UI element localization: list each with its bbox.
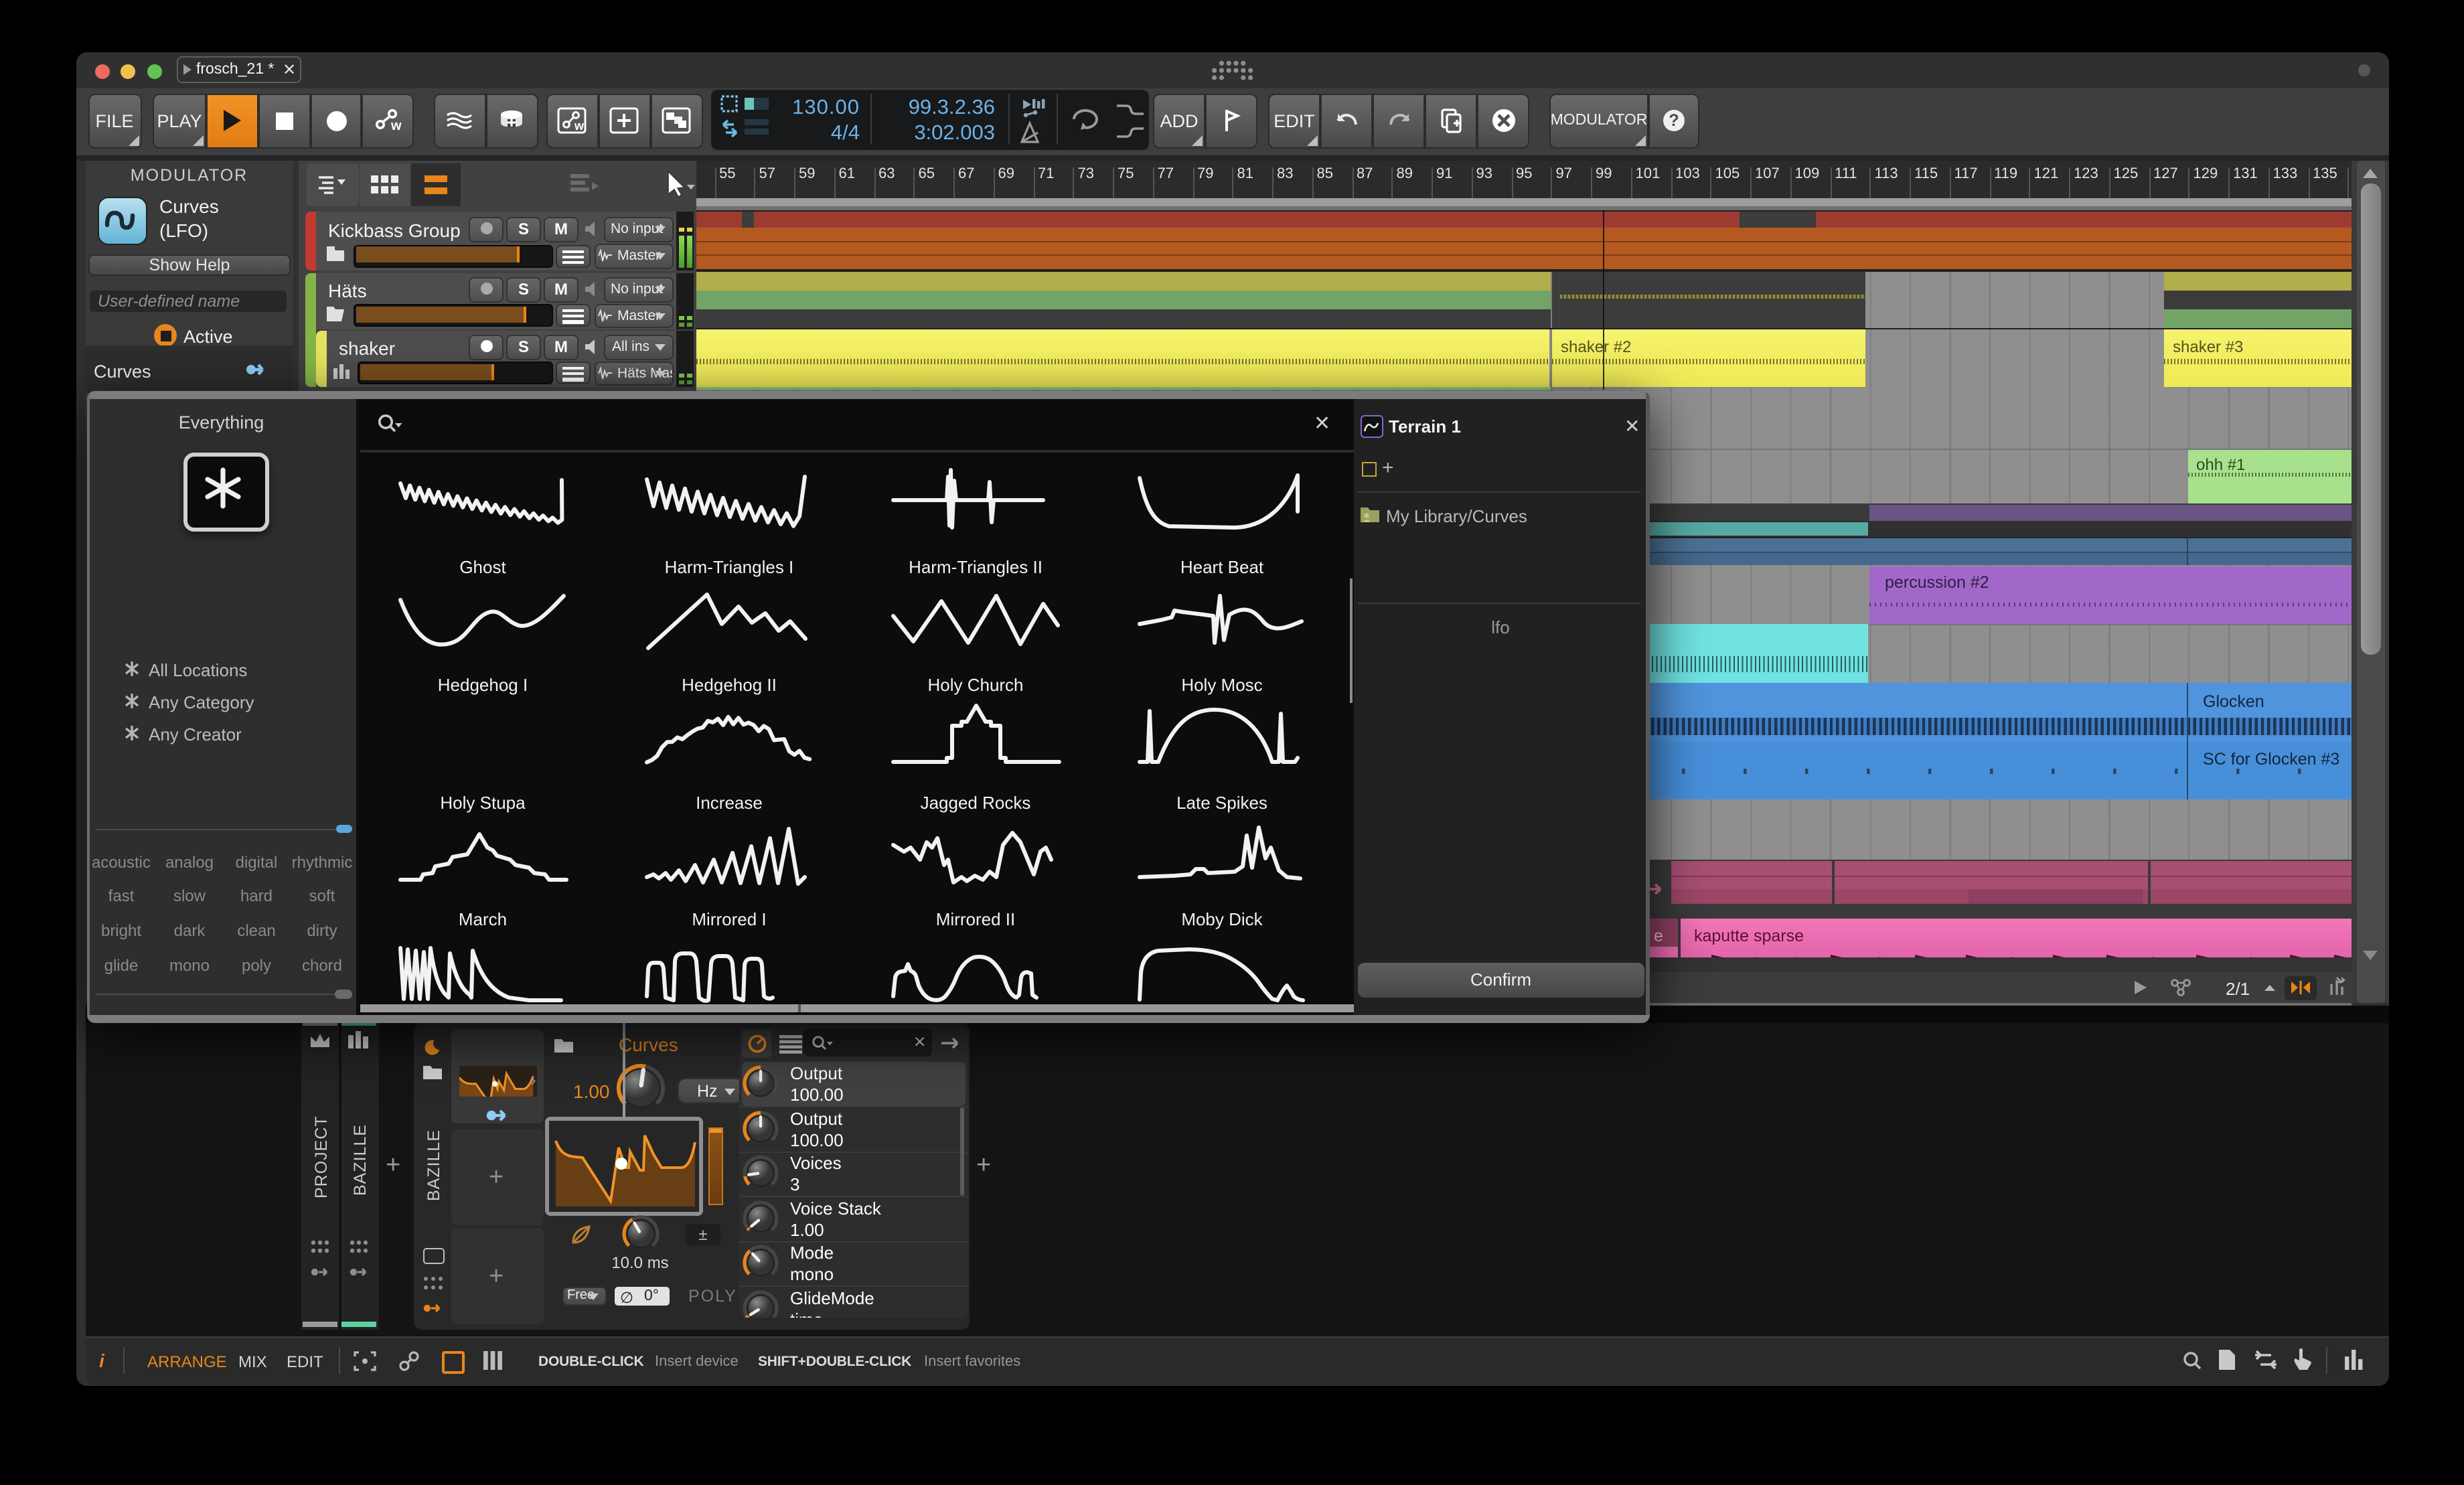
svg-text:w: w [390, 119, 401, 133]
svg-text:w: w [574, 119, 585, 133]
